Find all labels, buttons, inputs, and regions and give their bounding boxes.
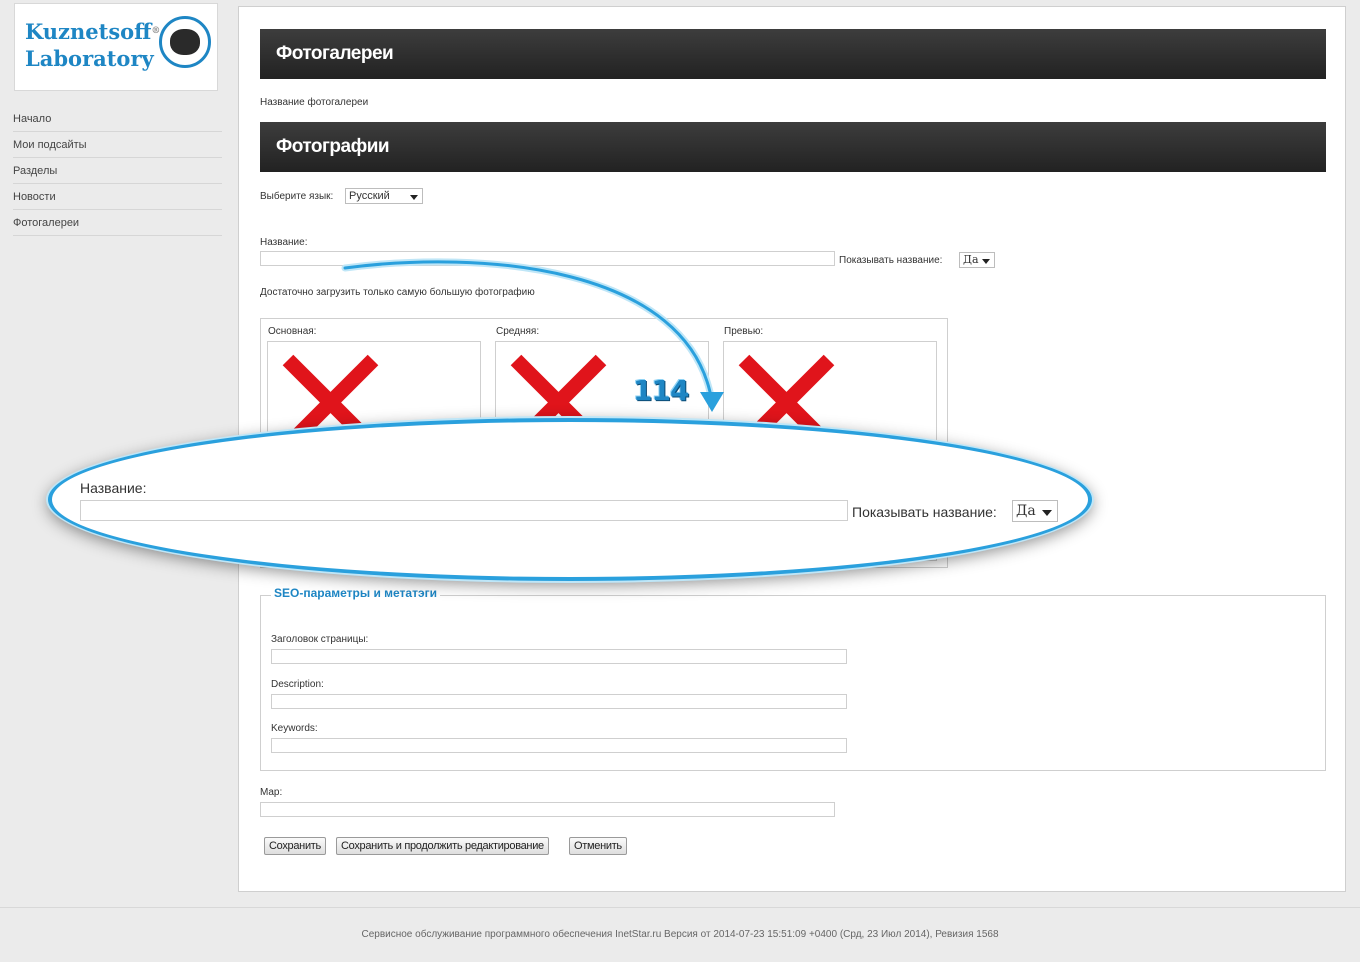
sidebar-item-home[interactable]: Начало (13, 106, 222, 132)
keywords-label: Keywords: (271, 723, 318, 734)
logo[interactable]: Kuznetsoff® Laboratory (14, 3, 218, 91)
language-select-value: Русский (349, 190, 390, 202)
sidebar-nav: Начало Мои подсайты Разделы Новости Фото… (13, 106, 222, 236)
zoom-name-input[interactable] (80, 500, 848, 521)
logo-brain-icon (159, 16, 211, 68)
chevron-down-icon (982, 259, 990, 264)
chevron-down-icon (1042, 510, 1052, 516)
page-title-field-label: Заголовок страницы: (271, 634, 369, 645)
language-label: Выберите язык: (260, 191, 334, 202)
map-input[interactable] (260, 802, 835, 817)
sidebar-item-subsites[interactable]: Мои подсайты (13, 132, 222, 158)
photo-slot-label: Основная: (268, 326, 317, 337)
cancel-button[interactable]: Отменить (569, 837, 627, 855)
logo-line1: Kuznetsoff (25, 19, 152, 44)
page-title-input[interactable] (271, 649, 847, 664)
description-input[interactable] (271, 694, 847, 709)
callout-number: 114 (633, 374, 689, 407)
upload-hint: Достаточно загрузить только самую большу… (260, 287, 535, 298)
sidebar-item-news[interactable]: Новости (13, 184, 222, 210)
description-label: Description: (271, 679, 324, 690)
logo-text: Kuznetsoff® Laboratory (25, 18, 160, 72)
gallery-name-label: Название фотогалереи (260, 97, 369, 108)
photo-slot-label: Превью: (724, 326, 764, 337)
sidebar-item-sections[interactable]: Разделы (13, 158, 222, 184)
show-name-select[interactable]: Да (959, 252, 995, 268)
name-label: Название: (260, 237, 308, 248)
zoom-show-name-select-value: Да (1016, 503, 1036, 519)
zoom-show-name-select[interactable]: Да (1012, 500, 1058, 522)
language-select[interactable]: Русский (345, 188, 423, 204)
save-button[interactable]: Сохранить (264, 837, 326, 855)
show-name-select-value: Да (963, 253, 979, 266)
map-label: Map: (260, 787, 283, 798)
zoom-name-label: Название: (80, 480, 147, 496)
zoom-callout: Название: Показывать название: Да (48, 418, 1092, 581)
footer: Сервисное обслуживание программного обес… (0, 907, 1360, 941)
zoom-show-name-label: Показывать название: (852, 504, 997, 520)
photo-slot-label: Средняя: (496, 326, 540, 337)
logo-line2: Laboratory (25, 46, 154, 71)
sidebar-item-galleries[interactable]: Фотогалереи (13, 210, 222, 236)
seo-legend: SEO-параметры и метатэги (271, 586, 440, 600)
keywords-input[interactable] (271, 738, 847, 753)
show-name-label: Показывать название: (839, 255, 943, 266)
photos-title: Фотографии (260, 122, 1326, 172)
save-continue-button[interactable]: Сохранить и продолжить редактирование (336, 837, 549, 855)
name-input[interactable] (260, 251, 835, 266)
page-title: Фотогалереи (260, 29, 1326, 79)
seo-fieldset: SEO-параметры и метатэги Заголовок стран… (260, 586, 1326, 771)
chevron-down-icon (410, 195, 418, 200)
